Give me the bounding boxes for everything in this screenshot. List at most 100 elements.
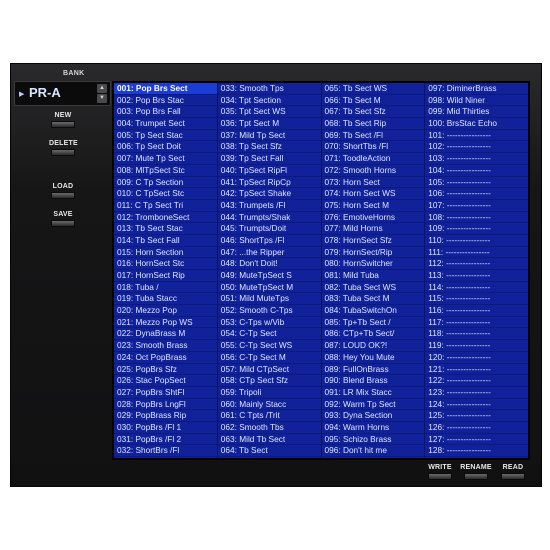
patch-row[interactable]: 077: Mild Horns <box>321 223 425 235</box>
patch-row[interactable]: 082: Tuba Sect WS <box>321 282 425 294</box>
patch-row[interactable]: 094: Warm Horns <box>321 422 425 434</box>
patch-row[interactable]: 064: Tb Sect <box>217 445 321 457</box>
patch-row[interactable]: 021: Mezzo Pop WS <box>114 317 217 329</box>
patch-row[interactable]: 016: HornSect Stc <box>114 258 217 270</box>
patch-row[interactable]: 125: ---------------- <box>425 410 528 422</box>
patch-row[interactable]: 023: Smooth Brass <box>114 340 217 352</box>
patch-row[interactable]: 062: Smooth Tbs <box>217 422 321 434</box>
patch-row[interactable]: 123: ---------------- <box>425 387 528 399</box>
patch-row[interactable]: 109: ---------------- <box>425 223 528 235</box>
patch-row[interactable]: 007: Mute Tp Sect <box>114 153 217 165</box>
patch-row[interactable]: 039: Tp Sect Fall <box>217 153 321 165</box>
patch-row[interactable]: 057: Mild CTpSect <box>217 364 321 376</box>
patch-row[interactable]: 005: Tp Sect Stac <box>114 130 217 142</box>
patch-row[interactable]: 014: Tb Sect Fall <box>114 235 217 247</box>
patch-row[interactable]: 046: ShortTps /Fl <box>217 235 321 247</box>
patch-row[interactable]: 104: ---------------- <box>425 165 528 177</box>
patch-row[interactable]: 041: TpSect RipCp <box>217 177 321 189</box>
patch-row[interactable]: 100: BrsStac Echo <box>425 118 528 130</box>
patch-row[interactable]: 047: ...the Ripper <box>217 247 321 259</box>
patch-row[interactable]: 114: ---------------- <box>425 282 528 294</box>
read-button[interactable]: READ <box>497 464 529 480</box>
patch-row[interactable]: 048: Don't Doit! <box>217 258 321 270</box>
patch-row[interactable]: 098: Wild Niner <box>425 95 528 107</box>
patch-row[interactable]: 075: Horn Sect M <box>321 200 425 212</box>
patch-row[interactable]: 091: LR Mix Stacc <box>321 387 425 399</box>
patch-row[interactable]: 076: EmotiveHorns <box>321 212 425 224</box>
patch-row[interactable]: 018: Tuba / <box>114 282 217 294</box>
bank-down-icon[interactable]: ▼ <box>97 94 107 103</box>
patch-row[interactable]: 031: PopBrs /Fl 2 <box>114 434 217 446</box>
patch-row[interactable]: 084: TubaSwitchOn <box>321 305 425 317</box>
patch-row[interactable]: 042: TpSect Shake <box>217 188 321 200</box>
rename-button[interactable]: RENAME <box>460 464 492 480</box>
patch-row[interactable]: 107: ---------------- <box>425 200 528 212</box>
patch-row[interactable]: 063: Mild Tb Sect <box>217 434 321 446</box>
patch-row[interactable]: 020: Mezzo Pop <box>114 305 217 317</box>
patch-row[interactable]: 051: Mild MuteTps <box>217 293 321 306</box>
patch-row[interactable]: 072: Smooth Horns <box>321 165 425 177</box>
patch-row[interactable]: 079: HornSect/Rip <box>321 247 425 259</box>
patch-row[interactable]: 011: C Tp Sect Tri <box>114 200 217 212</box>
patch-row[interactable]: 083: Tuba Sect M <box>321 293 425 306</box>
bank-up-icon[interactable]: ▲ <box>97 84 107 93</box>
delete-button[interactable]: DELETE <box>49 140 78 156</box>
patch-row[interactable]: 101: ---------------- <box>425 130 528 142</box>
patch-row[interactable]: 049: MuteTpSect S <box>217 270 321 282</box>
patch-row[interactable]: 043: Trumpets /Fl <box>217 200 321 212</box>
patch-row[interactable]: 088: Hey You Mute <box>321 352 425 364</box>
patch-row[interactable]: 025: PopBrs Sfz <box>114 364 217 376</box>
patch-row[interactable]: 106: ---------------- <box>425 188 528 200</box>
patch-row[interactable]: 124: ---------------- <box>425 399 528 411</box>
patch-row[interactable]: 058: CTp Sect Sfz <box>217 375 321 387</box>
patch-row[interactable]: 022: DynaBrass M <box>114 328 217 341</box>
patch-row[interactable]: 028: PopBrs LngFl <box>114 399 217 411</box>
patch-row[interactable]: 111: ---------------- <box>425 247 528 259</box>
patch-row[interactable]: 032: ShortBrs /Fl <box>114 445 217 457</box>
patch-row[interactable]: 027: PopBrs ShtFl <box>114 387 217 399</box>
new-button-bar[interactable] <box>51 121 75 128</box>
patch-row[interactable]: 078: HornSect Sfz <box>321 235 425 247</box>
patch-row[interactable]: 120: ---------------- <box>425 352 528 364</box>
patch-row[interactable]: 060: Mainly Stacc <box>217 399 321 411</box>
patch-row[interactable]: 066: Tb Sect M <box>321 95 425 107</box>
patch-row[interactable]: 045: Trumpts/Doit <box>217 223 321 235</box>
patch-row[interactable]: 118: ---------------- <box>425 328 528 341</box>
patch-row[interactable]: 099: Mid Thirties <box>425 106 528 119</box>
patch-row[interactable]: 128: ---------------- <box>425 445 528 457</box>
patch-row[interactable]: 036: Tpt Sect M <box>217 118 321 130</box>
patch-row[interactable]: 067: Tb Sect Sfz <box>321 106 425 119</box>
patch-row[interactable]: 096: Don't hit me <box>321 445 425 457</box>
patch-row[interactable]: 089: FullOnBrass <box>321 364 425 376</box>
patch-row[interactable]: 019: Tuba Stacc <box>114 293 217 306</box>
patch-row[interactable]: 127: ---------------- <box>425 434 528 446</box>
patch-row[interactable]: 055: C-Tp Sect WS <box>217 340 321 352</box>
patch-row[interactable]: 087: LOUD OK?! <box>321 340 425 352</box>
patch-row-selected[interactable]: 001: Pop Brs Sect <box>114 83 217 95</box>
patch-row[interactable]: 085: Tp+Tb Sect / <box>321 317 425 329</box>
patch-row[interactable]: 116: ---------------- <box>425 305 528 317</box>
patch-row[interactable]: 013: Tb Sect Stac <box>114 223 217 235</box>
patch-row[interactable]: 073: Horn Sect <box>321 177 425 189</box>
patch-row[interactable]: 002: Pop Brs Stac <box>114 95 217 107</box>
patch-row[interactable]: 069: Tb Sect /Fl <box>321 130 425 142</box>
patch-row[interactable]: 017: HornSect Rip <box>114 270 217 282</box>
patch-row[interactable]: 040: TpSect RipFl <box>217 165 321 177</box>
patch-row[interactable]: 054: C-Tp Sect <box>217 328 321 341</box>
write-button[interactable]: WRITE <box>424 464 456 480</box>
patch-row[interactable]: 061: C Tpts /Trit <box>217 410 321 422</box>
patch-row[interactable]: 105: ---------------- <box>425 177 528 189</box>
patch-row[interactable]: 117: ---------------- <box>425 317 528 329</box>
patch-row[interactable]: 052: Smooth C-Tps <box>217 305 321 317</box>
patch-row[interactable]: 097: DiminerBrass <box>425 83 528 95</box>
patch-row[interactable]: 065: Tb Sect WS <box>321 83 425 95</box>
patch-row[interactable]: 024: Oct PopBrass <box>114 352 217 364</box>
patch-row[interactable]: 006: Tp Sect Doit <box>114 141 217 154</box>
patch-row[interactable]: 026: Stac PopSect <box>114 375 217 387</box>
patch-row[interactable]: 086: CTp+Tb Sect/ <box>321 328 425 341</box>
write-button-bar[interactable] <box>428 473 452 480</box>
patch-row[interactable]: 093: Dyna Section <box>321 410 425 422</box>
patch-row[interactable]: 081: Mild Tuba <box>321 270 425 282</box>
save-button[interactable]: SAVE <box>49 211 77 227</box>
patch-row[interactable]: 112: ---------------- <box>425 258 528 270</box>
